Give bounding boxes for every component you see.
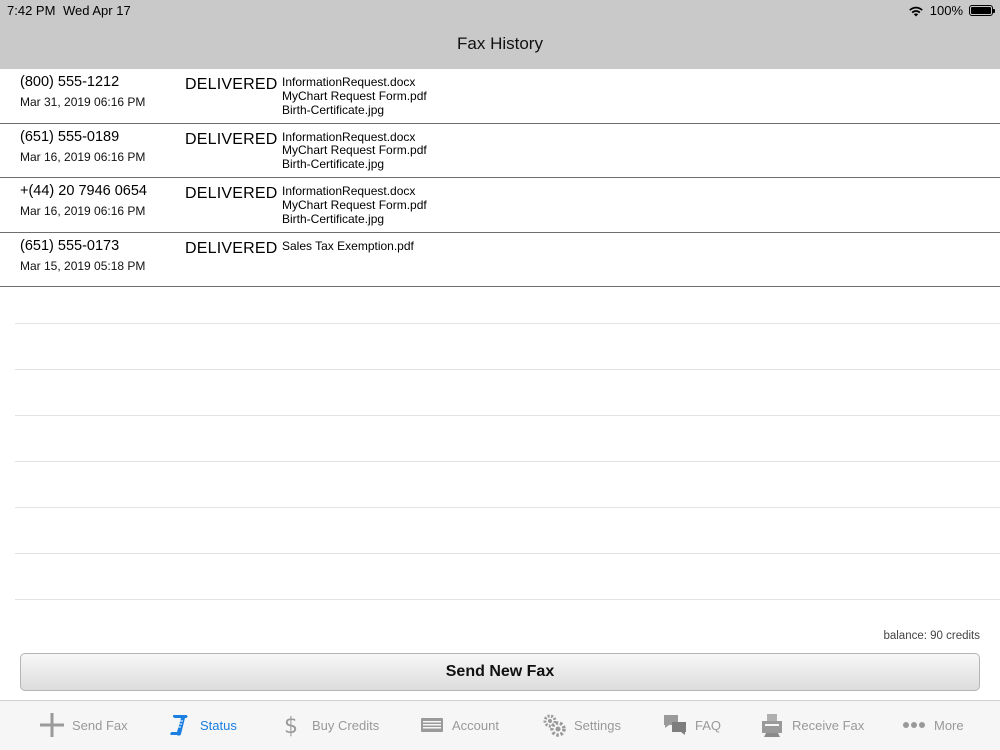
chat-bubbles-icon bbox=[664, 715, 686, 735]
tab-label: Send Fax bbox=[72, 717, 128, 733]
fax-file-name: MyChart Request Form.pdf bbox=[282, 143, 427, 158]
tab-label: Account bbox=[452, 717, 499, 733]
fax-files: InformationRequest.docx MyChart Request … bbox=[282, 184, 427, 226]
fax-files: InformationRequest.docx MyChart Request … bbox=[282, 129, 427, 172]
tab-label: Buy Credits bbox=[312, 717, 380, 733]
fax-phone-number: (800) 555-1212 bbox=[20, 74, 120, 90]
empty-row-divider bbox=[15, 462, 1000, 508]
send-new-fax-button[interactable]: Send New Fax bbox=[20, 653, 980, 691]
wifi-icon bbox=[908, 6, 923, 16]
gears-icon bbox=[543, 714, 566, 737]
tab-send-fax[interactable]: Send Fax bbox=[40, 713, 128, 737]
scroll-icon bbox=[170, 715, 188, 736]
fax-date: Mar 16, 2019 06:16 PM bbox=[20, 149, 146, 164]
svg-text:$: $ bbox=[284, 714, 298, 737]
fax-status: DELIVERED bbox=[185, 76, 278, 93]
fax-row[interactable]: (651) 555-0189 Mar 16, 2019 06:16 PM DEL… bbox=[0, 124, 1000, 178]
fax-file-name: Birth-Certificate.jpg bbox=[282, 157, 385, 172]
fax-history-list: (800) 555-1212 Mar 31, 2019 06:16 PM DEL… bbox=[0, 69, 1000, 287]
fax-status: DELIVERED bbox=[185, 239, 278, 257]
fax-date: Mar 16, 2019 06:16 PM bbox=[20, 204, 146, 218]
status-time: 7:42 PM bbox=[7, 3, 56, 18]
fax-date: Mar 31, 2019 06:16 PM bbox=[20, 95, 146, 109]
plus-icon bbox=[40, 713, 64, 737]
credit-balance: balance: 90 credits bbox=[883, 630, 980, 642]
dollar-icon: $ bbox=[284, 714, 298, 737]
empty-table-rows bbox=[15, 278, 1000, 600]
tab-settings[interactable]: Settings bbox=[542, 713, 621, 737]
empty-row-divider bbox=[15, 416, 1000, 462]
empty-row-divider bbox=[15, 508, 1000, 554]
tab-account[interactable]: Account bbox=[420, 713, 499, 737]
battery-percent: 100% bbox=[929, 3, 963, 18]
tab-receive-fax[interactable]: Receive Fax bbox=[760, 713, 864, 737]
tab-status[interactable]: Status bbox=[168, 713, 237, 737]
status-right: 100% bbox=[908, 3, 995, 18]
page-title: Fax History bbox=[457, 34, 543, 53]
fax-row[interactable]: +(44) 20 7946 0654 Mar 16, 2019 06:16 PM… bbox=[0, 178, 1000, 233]
fax-file-name: Birth-Certificate.jpg bbox=[282, 211, 385, 226]
empty-row-divider bbox=[15, 278, 1000, 324]
fax-file-name: InformationRequest.docx bbox=[282, 75, 416, 89]
empty-row-divider bbox=[15, 324, 1000, 370]
tab-label: FAQ bbox=[695, 717, 722, 733]
tab-label: Settings bbox=[574, 717, 621, 733]
fax-row[interactable]: (800) 555-1212 Mar 31, 2019 06:16 PM DEL… bbox=[0, 69, 1000, 124]
fax-files: Sales Tax Exemption.pdf bbox=[282, 238, 414, 254]
status-date: Wed Apr 17 bbox=[63, 3, 131, 18]
fax-file-name: MyChart Request Form.pdf bbox=[282, 197, 427, 212]
card-icon bbox=[421, 718, 443, 732]
fax-file-name: InformationRequest.docx bbox=[282, 129, 416, 144]
tab-label: Status bbox=[200, 717, 237, 733]
fax-status: DELIVERED bbox=[185, 130, 278, 148]
fax-file-name: MyChart Request Form.pdf bbox=[282, 88, 427, 103]
fax-phone-number: (651) 555-0173 bbox=[20, 237, 120, 254]
tab-label: More bbox=[934, 717, 964, 733]
fax-file-name: InformationRequest.docx bbox=[282, 184, 416, 198]
fax-phone-number: +(44) 20 7946 0654 bbox=[20, 183, 147, 199]
tab-bar: Send Fax Status $ Buy Credits Account Se… bbox=[0, 700, 1000, 750]
empty-row-divider bbox=[15, 554, 1000, 600]
fax-phone-number: (651) 555-0189 bbox=[20, 128, 120, 145]
fax-machine-icon bbox=[762, 714, 782, 737]
status-bar: 7:42 PM Wed Apr 17 100% bbox=[0, 0, 1000, 20]
tab-faq[interactable]: FAQ bbox=[663, 713, 721, 737]
fax-file-name: Birth-Certificate.jpg bbox=[282, 102, 385, 117]
tab-buy-credits[interactable]: $ Buy Credits bbox=[280, 713, 379, 737]
battery-icon bbox=[969, 5, 995, 16]
fax-file-name: Sales Tax Exemption.pdf bbox=[282, 238, 414, 253]
navigation-header: 7:42 PM Wed Apr 17 100% Fax History bbox=[0, 0, 1000, 69]
fax-date: Mar 15, 2019 05:18 PM bbox=[20, 258, 146, 273]
empty-row-divider bbox=[15, 370, 1000, 416]
fax-files: InformationRequest.docx MyChart Request … bbox=[282, 75, 427, 117]
tab-more[interactable]: More bbox=[902, 713, 964, 737]
ellipsis-icon bbox=[903, 722, 925, 728]
fax-status: DELIVERED bbox=[185, 185, 278, 202]
tab-label: Receive Fax bbox=[792, 717, 865, 733]
